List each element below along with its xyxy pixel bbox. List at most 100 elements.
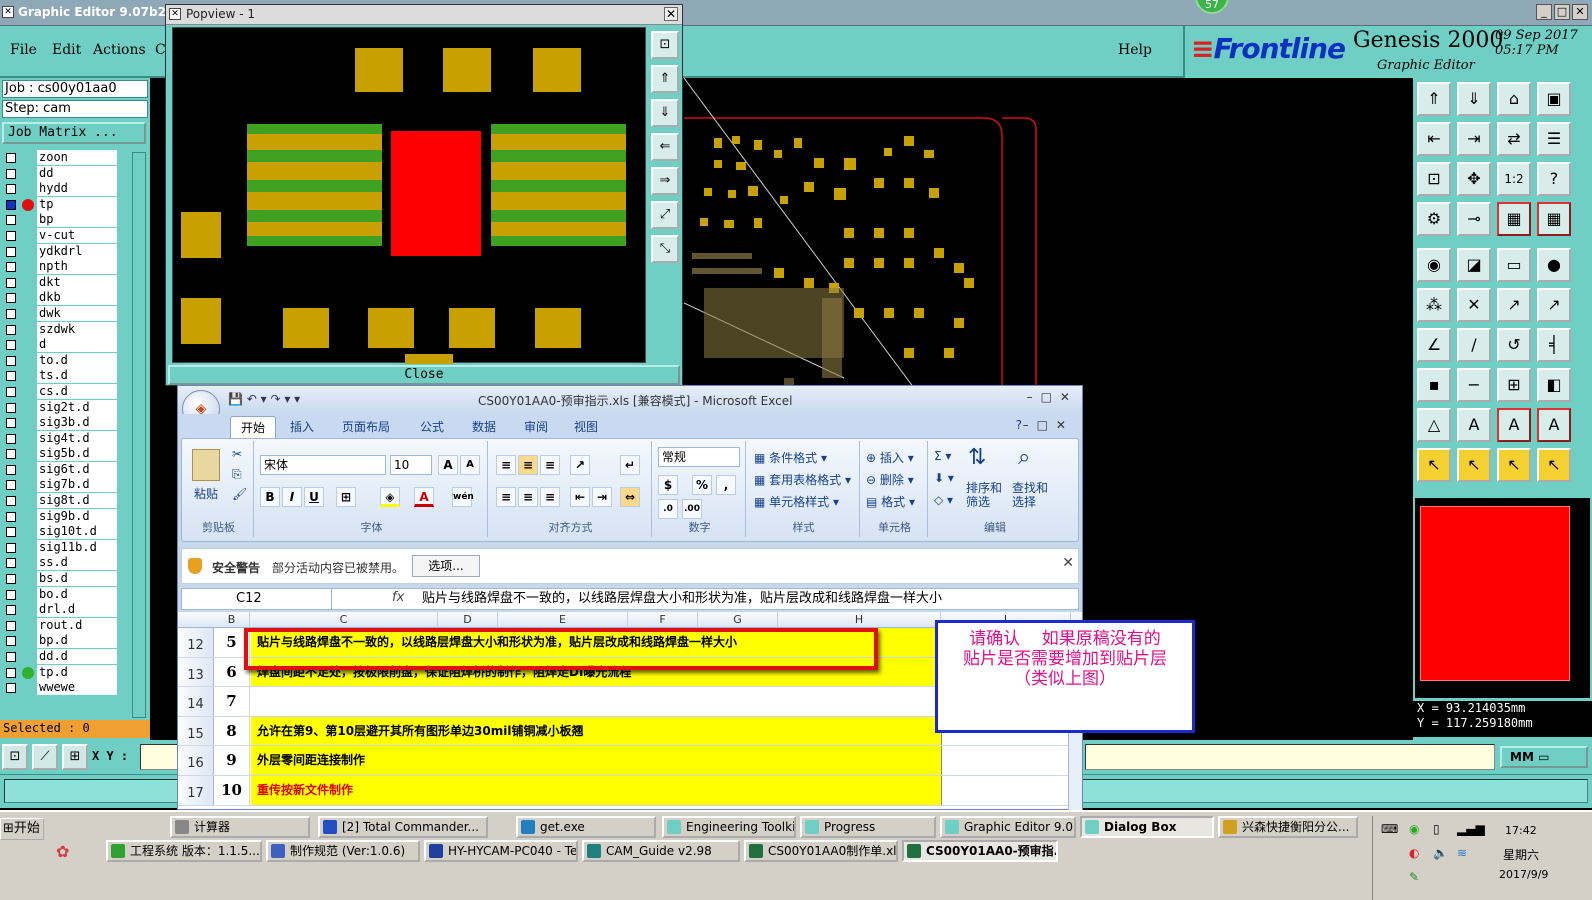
table-row[interactable]: 16 9 外层零间距连接制作 [178,746,1082,776]
italic-button[interactable]: I [282,487,302,507]
taskbar-button[interactable]: Engineering Toolkit 9.... [662,816,796,838]
resize-icon[interactable]: ⊞ [1497,368,1531,402]
taskbar-button[interactable]: CS00Y01AA0制作单.xls ... [744,840,898,862]
layer-row[interactable]: hydd [2,181,118,198]
conditional-format-button[interactable]: ▦ 条件格式 ▾ [754,449,827,466]
layer-checkbox[interactable] [6,511,16,522]
insert-cells-button[interactable]: ⊕ 插入 ▾ [866,449,914,466]
units-button[interactable]: MM ▭ [1500,746,1588,768]
save-icon[interactable]: ⇓ [1457,82,1491,116]
zoom-tool-icon[interactable]: ⊡ [2,744,28,770]
row-header[interactable]: 17 [178,776,214,805]
table-format-button[interactable]: ▦ 套用表格格式 ▾ [754,471,851,488]
taskbar-button[interactable]: Graphic Editor 9.07b... [940,816,1076,838]
layer-checkbox[interactable] [6,215,16,226]
tri-a-icon[interactable]: A [1457,408,1491,442]
layer-checkbox[interactable] [6,293,16,304]
command-line[interactable] [1085,744,1495,770]
layer-row[interactable]: ts.d [2,368,118,385]
cell-i[interactable] [941,776,1071,805]
layer-row[interactable]: szdwk [2,321,118,338]
layer-checkbox[interactable] [6,418,16,429]
layer-row[interactable]: rout.d [2,617,118,634]
open-icon[interactable]: ⇑ [1417,82,1451,116]
close-warning-icon[interactable]: ✕ [1062,555,1074,571]
layer-checkbox[interactable] [6,667,16,678]
increase-decimal-icon[interactable]: .0 [658,499,678,519]
tri-b-icon[interactable]: A [1497,408,1531,442]
shape-icon[interactable]: ▪ [1417,368,1451,402]
workbook-controls[interactable]: –□✕ [1023,418,1074,432]
excel-window-controls[interactable]: –□✕ [1027,390,1078,404]
layer-row[interactable]: zoon [2,150,118,166]
taskbar-button[interactable]: 工程系统 版本：1.1.5... [106,840,262,862]
pan-down-icon[interactable]: ⇓ [651,99,679,127]
layer-row[interactable]: dwk [2,305,118,322]
cell-styles-button[interactable]: ▦ 单元格样式 ▾ [754,493,839,510]
taskbar-button[interactable]: 计算器 [170,816,310,838]
zoom-home-icon[interactable]: ⊡ [651,31,679,59]
layer-row[interactable]: npth [2,259,118,276]
minus-icon[interactable]: − [1457,368,1491,402]
tab-review[interactable]: 审阅 [524,418,548,435]
keyboard-icon[interactable]: ⌨ [1381,822,1398,836]
tab-view[interactable]: 视图 [574,418,598,435]
layer-checkbox[interactable] [6,246,16,257]
percent-icon[interactable]: % [692,475,712,495]
app-launcher-icon[interactable]: ✿ [56,842,69,861]
slash-icon[interactable]: / [1457,328,1491,362]
paste-button[interactable]: 粘贴 [194,485,218,502]
align-bottom-icon[interactable]: ≡ [540,455,560,475]
formula-input[interactable]: 贴片与线路焊盘不一致的，以线路层焊盘大小和形状为准，贴片层改成和线路焊盘一样大小 [422,590,942,608]
row-header[interactable]: 15 [178,716,214,746]
grid-tool-icon[interactable]: ⊞ [62,744,88,770]
step-icon[interactable]: ☰ [1537,122,1571,156]
layer-row[interactable]: sig8t.d [2,493,118,510]
popview-close-icon[interactable]: ✕ [664,7,678,21]
layer-checkbox[interactable] [6,558,16,569]
layer-row[interactable]: dkb [2,290,118,307]
zoom-in-icon[interactable]: ⤢ [651,201,679,229]
font-size-box[interactable]: 10 [390,455,432,475]
tab-page-layout[interactable]: 页面布局 [342,418,390,435]
taskbar-button[interactable]: Dialog Box [1080,816,1214,838]
layer-checkbox[interactable] [6,184,16,195]
layer-checkbox[interactable] [6,636,16,647]
layer-row[interactable]: bp [2,212,118,229]
close-button[interactable]: ✕ [1572,4,1588,20]
app-tray-icon[interactable]: ≋ [1457,846,1467,860]
layer-checkbox[interactable] [6,402,16,413]
clear-icon[interactable]: ◇ ▾ [934,493,953,507]
col-header-e[interactable]: E [498,612,628,628]
bracket-icon[interactable]: ╡ [1537,328,1571,362]
circle-icon[interactable]: ● [1537,248,1571,282]
layer-checkbox[interactable] [6,308,16,319]
layer-checkbox[interactable] [6,496,16,507]
align-right-icon[interactable]: ≡ [540,487,560,507]
taskbar-button[interactable]: CS00Y01AA0-预审指... [902,840,1058,862]
row-header[interactable]: 16 [178,746,214,775]
col-header-b[interactable]: B [214,612,250,628]
job-matrix-button[interactable]: Job Matrix ... [2,122,146,144]
align-middle-icon[interactable]: ≡ [518,455,538,475]
window-icon[interactable]: ▣ [1537,82,1571,116]
group-icon[interactable]: ◧ [1537,368,1571,402]
clock-time[interactable]: 17:42 [1505,824,1537,837]
maximize-button[interactable]: □ [1554,4,1570,20]
merge-center-icon[interactable]: ⇔ [620,487,640,507]
layer-checkbox[interactable] [6,277,16,288]
popview-close-button[interactable]: Close [168,365,680,385]
tab-formulas[interactable]: 公式 [420,418,444,435]
select-multi-icon[interactable]: ↖ [1537,448,1571,482]
phonetic-icon[interactable]: wén [452,487,474,507]
layer-row[interactable]: sig3b.d [2,415,118,432]
menu-file[interactable]: File [10,42,37,58]
security-options-button[interactable]: 选项... [412,555,480,577]
menu-actions[interactable]: Actions [93,42,146,58]
orientation-icon[interactable]: ↗ [570,455,590,475]
sort-filter-icon[interactable]: ⇅ [968,445,986,470]
network-icon[interactable]: ◉ [1409,822,1419,836]
layer-checkbox[interactable] [6,542,16,553]
snap-arc-icon[interactable]: ↗ [1537,288,1571,322]
fill-color-icon[interactable]: ◈ [380,487,400,507]
